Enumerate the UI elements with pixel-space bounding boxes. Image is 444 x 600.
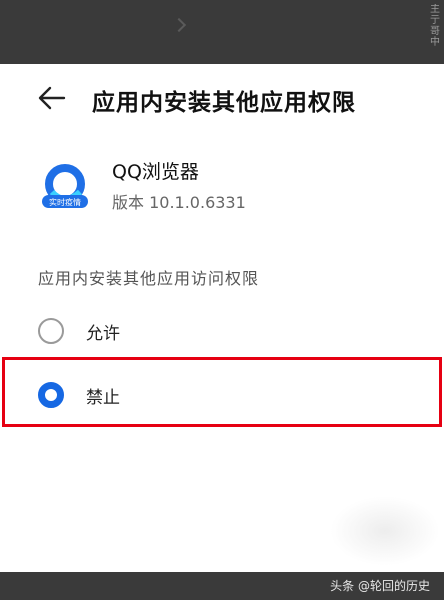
cropped-edge-text: 主 亍 哥 中	[430, 4, 440, 48]
option-deny[interactable]: 禁止	[0, 366, 444, 424]
radio-deny-checked[interactable]	[38, 382, 64, 408]
app-info: 实时疫情 QQ浏览器 版本 10.1.0.6331	[0, 154, 444, 218]
option-allow[interactable]: 允许	[0, 302, 444, 360]
permission-section-label: 应用内安装其他应用访问权限	[38, 269, 260, 288]
chevron-right-icon	[171, 17, 187, 33]
bottom-watermark-bar: 头条 @轮回的历史	[0, 572, 444, 600]
option-deny-label: 禁止	[86, 388, 120, 408]
watermark-text: 头条 @轮回的历史	[330, 579, 430, 593]
app-name: QQ浏览器	[112, 161, 199, 183]
app-bar: 应用内安装其他应用权限	[0, 78, 444, 118]
arrow-left-icon	[38, 86, 66, 110]
corner-glare	[330, 496, 440, 566]
qq-browser-app-icon: 实时疫情	[40, 162, 90, 214]
page-title: 应用内安装其他应用权限	[92, 90, 356, 116]
app-icon-badge-text: 实时疫情	[49, 197, 81, 207]
back-button[interactable]	[36, 84, 70, 112]
settings-screen: 应用内安装其他应用权限 实时疫情 QQ浏览器 版本 10.1.0.6331 应用…	[0, 64, 444, 572]
option-allow-label: 允许	[86, 324, 120, 344]
background-screen-strip: 主 亍 哥 中	[0, 0, 444, 64]
app-version: 版本 10.1.0.6331	[112, 193, 246, 212]
radio-allow-unchecked[interactable]	[38, 318, 64, 344]
